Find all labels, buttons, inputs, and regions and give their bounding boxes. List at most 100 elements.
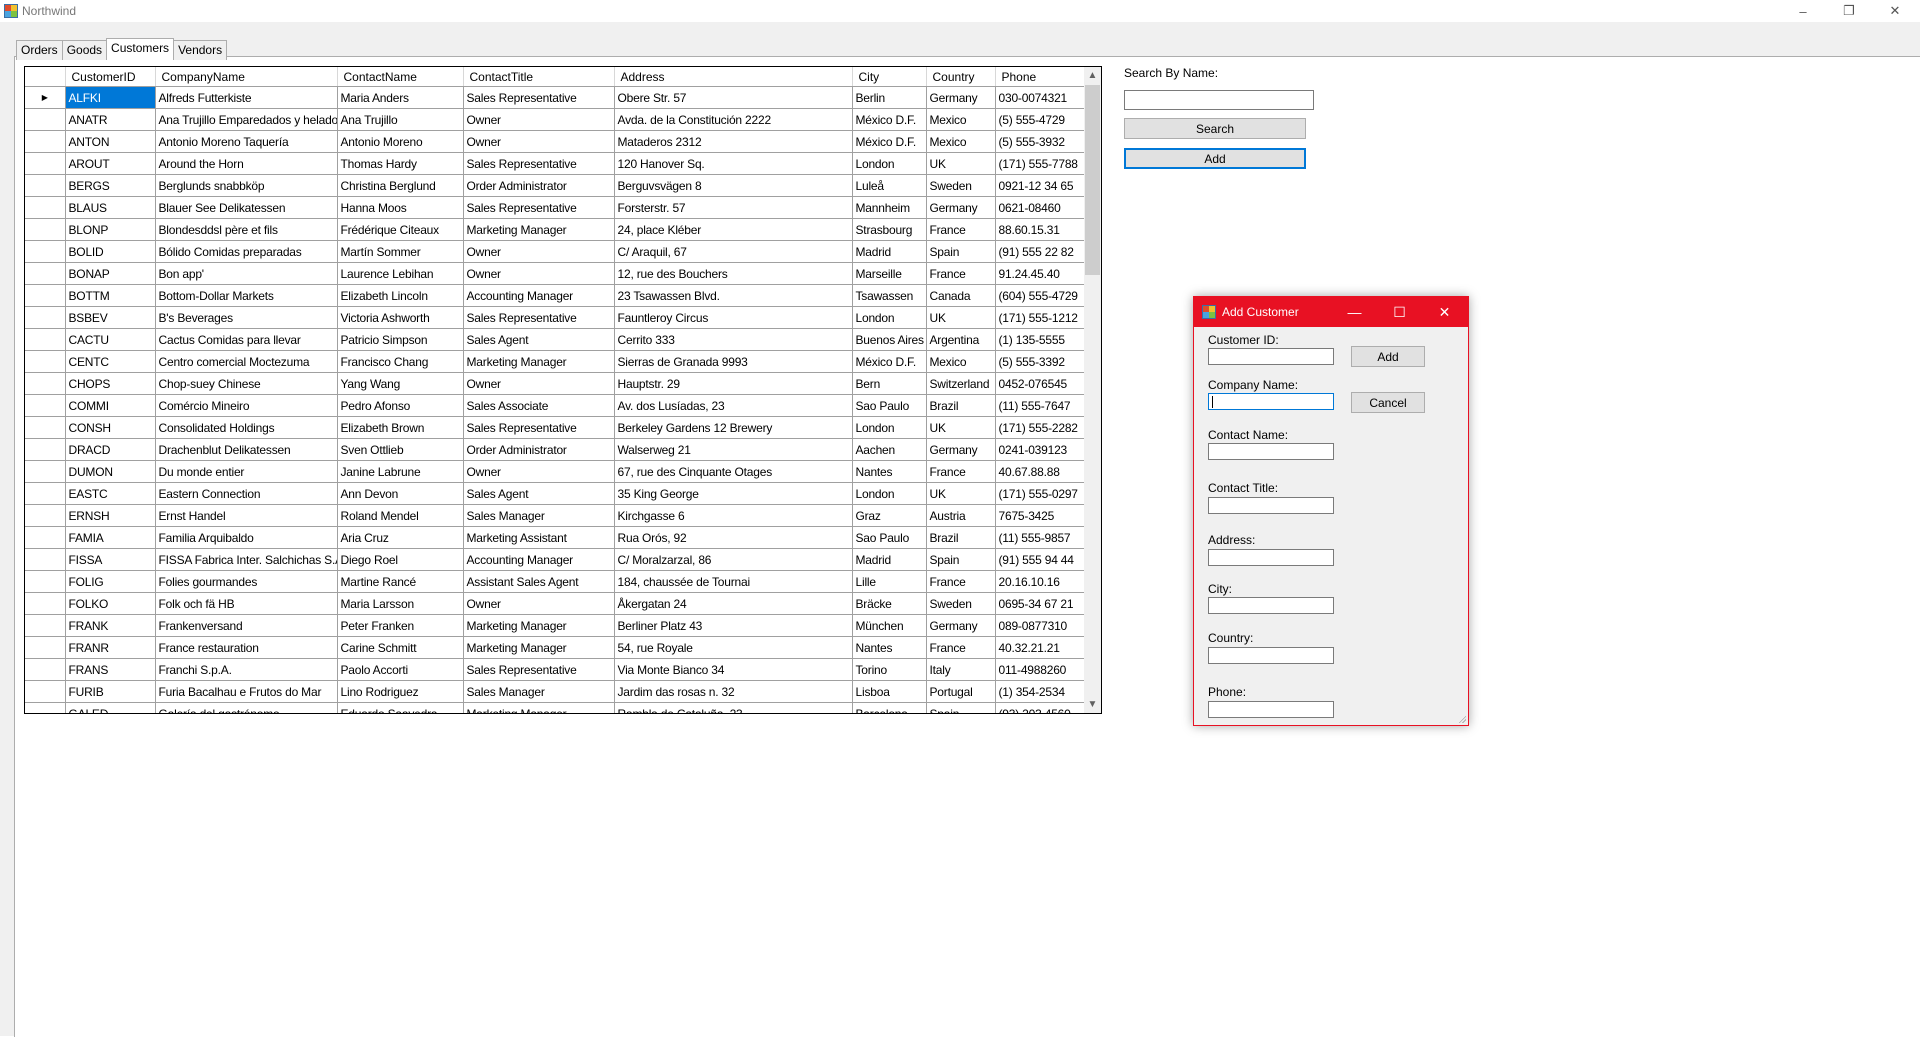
grid-cell[interactable]: FRANS (65, 658, 156, 681)
table-row[interactable]: BLAUS Blauer See Delikatessen Hanna Moos Sa… (25, 196, 1084, 219)
grid-cell[interactable]: Walserweg 21 (614, 438, 853, 461)
grid-cell[interactable]: Fauntleroy Circus (614, 306, 853, 329)
grid-cell[interactable]: Berkeley Gardens 12 Brewery (614, 416, 853, 439)
resize-grip-icon[interactable] (1458, 715, 1466, 723)
row-header[interactable] (25, 482, 66, 505)
table-row[interactable]: GALEDGalería del gastrónomoEduardo Saave… (25, 702, 1084, 713)
grid-cell[interactable]: Mexico (926, 350, 996, 373)
grid-cell[interactable]: FOLIG (65, 570, 156, 593)
grid-cell[interactable]: 0452-076545 (995, 372, 1084, 395)
grid-cell[interactable]: Peter Franken (337, 614, 464, 637)
grid-cell[interactable]: Thomas Hardy (337, 152, 464, 175)
grid-cell[interactable]: Marseille (852, 262, 927, 285)
table-row[interactable]: BOLID Bólido Comidas preparadas Martín Som… (25, 240, 1084, 263)
grid-cell[interactable]: Diego Roel (337, 548, 464, 571)
grid-cell[interactable]: C/ Moralzarzal, 86 (614, 548, 853, 571)
grid-cell[interactable]: UK (926, 416, 996, 439)
address-input[interactable] (1208, 549, 1334, 566)
grid-cell[interactable]: 011-4988260 (995, 658, 1084, 681)
grid-cell[interactable]: Lino Rodriguez (337, 680, 464, 703)
table-row[interactable]: BONAP Bon app' Laurence Lebihan Owner 12, ru… (25, 262, 1084, 285)
tab-goods[interactable]: Goods (61, 40, 108, 60)
grid-cell[interactable]: Marketing Assistant (463, 526, 615, 549)
grid-cell[interactable]: Sales Representative (463, 658, 615, 681)
grid-cell[interactable]: Bräcke (852, 592, 927, 615)
grid-cell[interactable]: Germany (926, 438, 996, 461)
table-row[interactable]: BLONP Blondesddsl père et fils Frédérique … (25, 218, 1084, 241)
row-header[interactable] (25, 284, 66, 307)
grid-cell[interactable]: CHOPS (65, 372, 156, 395)
column-header[interactable]: CompanyName (155, 67, 338, 87)
grid-cell[interactable]: 24, place Kléber (614, 218, 853, 241)
grid-cell[interactable]: Alfreds Futterkiste (155, 86, 338, 109)
grid-cell[interactable]: France (926, 460, 996, 483)
table-row[interactable]: ▶ ALFKI Alfreds Futterkiste Maria Anders Sal… (25, 86, 1084, 109)
scroll-thumb[interactable] (1085, 85, 1100, 275)
table-row[interactable]: BSBEV B's Beverages Victoria Ashworth Sales… (25, 306, 1084, 329)
row-header[interactable] (25, 526, 66, 549)
contact-name-input[interactable] (1208, 443, 1334, 460)
grid-cell[interactable]: Argentina (926, 328, 996, 351)
row-header[interactable] (25, 108, 66, 131)
grid-cell[interactable]: Rambla de Cataluña, 23 (614, 702, 853, 713)
grid-cell[interactable]: Sao Paulo (852, 526, 927, 549)
dialog-add-button[interactable]: Add (1351, 346, 1425, 367)
grid-cell[interactable]: (91) 555 94 44 (995, 548, 1084, 571)
grid-cell[interactable]: 54, rue Royale (614, 636, 853, 659)
grid-cell[interactable]: Hauptstr. 29 (614, 372, 853, 395)
grid-cell[interactable]: Germany (926, 614, 996, 637)
grid-cell[interactable]: 23 Tsawassen Blvd. (614, 284, 853, 307)
grid-cell[interactable]: Madrid (852, 548, 927, 571)
row-header[interactable] (25, 218, 66, 241)
grid-cell[interactable]: (1) 135-5555 (995, 328, 1084, 351)
grid-cell[interactable]: UK (926, 306, 996, 329)
column-header[interactable]: ContactName (337, 67, 464, 87)
table-row[interactable]: FRANS Franchi S.p.A. Paolo Accorti Sales Re… (25, 658, 1084, 681)
grid-cell[interactable]: EASTC (65, 482, 156, 505)
grid-cell[interactable]: Drachenblut Delikatessen (155, 438, 338, 461)
grid-cell[interactable]: Blondesddsl père et fils (155, 218, 338, 241)
grid-cell[interactable]: Owner (463, 262, 615, 285)
grid-cell[interactable]: Galería del gastrónomo (155, 702, 338, 713)
grid-cell[interactable]: Yang Wang (337, 372, 464, 395)
grid-cell[interactable]: Sales Representative (463, 416, 615, 439)
grid-cell[interactable]: France restauration (155, 636, 338, 659)
column-header[interactable]: CustomerID (65, 67, 156, 87)
grid-cell[interactable]: DRACD (65, 438, 156, 461)
grid-cell[interactable]: Victoria Ashworth (337, 306, 464, 329)
add-button[interactable]: Add (1124, 148, 1306, 169)
grid-cell[interactable]: Marketing Manager (463, 636, 615, 659)
grid-cell[interactable]: (171) 555-0297 (995, 482, 1084, 505)
grid-cell[interactable]: (91) 555 22 82 (995, 240, 1084, 263)
grid-cell[interactable]: BLAUS (65, 196, 156, 219)
grid-cell[interactable]: México D.F. (852, 130, 927, 153)
grid-cell[interactable]: 0241-039123 (995, 438, 1084, 461)
grid-cell[interactable]: 0921-12 34 65 (995, 174, 1084, 197)
grid-cell[interactable]: 030-0074321 (995, 86, 1084, 109)
grid-cell[interactable]: ANTON (65, 130, 156, 153)
grid-cell[interactable]: Around the Horn (155, 152, 338, 175)
grid-cell[interactable]: Åkergatan 24 (614, 592, 853, 615)
grid-cell[interactable]: ALFKI (65, 86, 156, 109)
row-header[interactable] (25, 614, 66, 637)
grid-cell[interactable]: Antonio Moreno (337, 130, 464, 153)
table-row[interactable]: CHOPS Chop-suey Chinese Yang Wang Owner Haup… (25, 372, 1084, 395)
grid-cell[interactable]: Portugal (926, 680, 996, 703)
grid-cell[interactable]: BOTTM (65, 284, 156, 307)
row-header[interactable] (25, 130, 66, 153)
grid-cell[interactable]: Nantes (852, 460, 927, 483)
column-header[interactable]: Country (926, 67, 996, 87)
grid-cell[interactable]: Sales Agent (463, 328, 615, 351)
row-header[interactable] (25, 350, 66, 373)
grid-cell[interactable]: C/ Araquil, 67 (614, 240, 853, 263)
grid-cell[interactable]: Chop-suey Chinese (155, 372, 338, 395)
grid-cell[interactable]: FISSA Fabrica Inter. Salchichas S.A. (155, 548, 338, 571)
grid-cell[interactable]: AROUT (65, 152, 156, 175)
grid-cell[interactable]: FURIB (65, 680, 156, 703)
grid-cell[interactable]: Sales Representative (463, 86, 615, 109)
table-row[interactable]: FAMIA Familia Arquibaldo Aria Cruz Marketin… (25, 526, 1084, 549)
grid-cell[interactable]: DUMON (65, 460, 156, 483)
row-header[interactable] (25, 394, 66, 417)
grid-cell[interactable]: London (852, 152, 927, 175)
grid-cell[interactable]: Sao Paulo (852, 394, 927, 417)
